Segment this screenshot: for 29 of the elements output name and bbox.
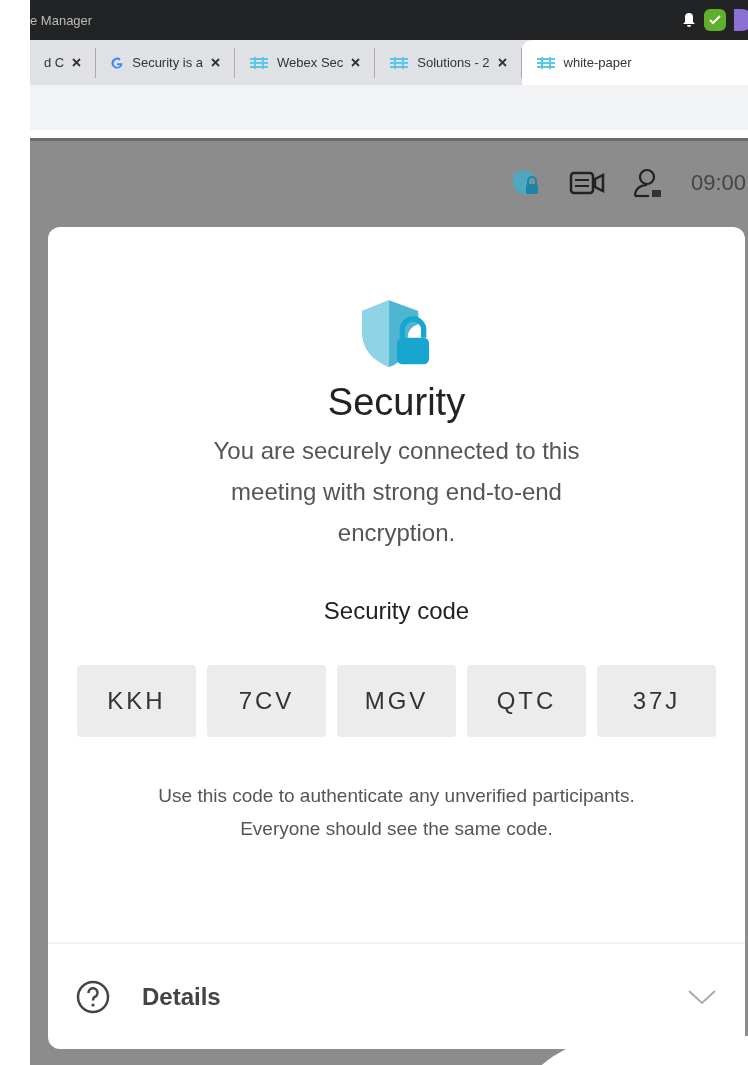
code-segment: MGV bbox=[337, 665, 456, 737]
grid-logo-icon bbox=[249, 55, 270, 70]
code-segment: KKH bbox=[77, 665, 196, 737]
close-icon[interactable] bbox=[211, 58, 221, 67]
code-segment: 7CV bbox=[207, 665, 326, 737]
check-icon[interactable] bbox=[704, 9, 726, 31]
code-segment: QTC bbox=[467, 665, 586, 737]
code-note: Use this code to authenticate any unverified participants. Everyone should see the same code. bbox=[157, 784, 636, 841]
browser-tab[interactable]: white-paper bbox=[521, 40, 748, 85]
code-segment: 37J bbox=[597, 665, 716, 737]
close-icon[interactable] bbox=[351, 58, 361, 67]
browser-tab[interactable]: Security is a bbox=[96, 47, 236, 78]
dialog-title: Security bbox=[327, 381, 466, 424]
window-title: e Manager bbox=[30, 12, 93, 28]
close-icon[interactable] bbox=[497, 58, 507, 67]
grid-logo-icon bbox=[389, 55, 410, 70]
close-icon[interactable] bbox=[72, 58, 82, 67]
browser-tab[interactable]: Solutions - 2 bbox=[375, 47, 522, 78]
g-logo-icon bbox=[110, 55, 125, 70]
clock-time: 09:00 bbox=[690, 170, 746, 196]
video-settings-icon[interactable] bbox=[568, 171, 605, 195]
code-label: Security code bbox=[323, 597, 470, 625]
person-list-icon[interactable] bbox=[632, 168, 663, 198]
browser-tab[interactable]: Webex Sec bbox=[235, 47, 376, 78]
help-icon bbox=[76, 979, 110, 1014]
grid-logo-icon bbox=[535, 55, 556, 70]
browser-tab[interactable]: d C bbox=[30, 47, 97, 78]
dialog-message: You are securely connected to this meeting with strong end-to-end encryption. bbox=[212, 436, 581, 548]
bell-icon[interactable] bbox=[682, 12, 696, 28]
